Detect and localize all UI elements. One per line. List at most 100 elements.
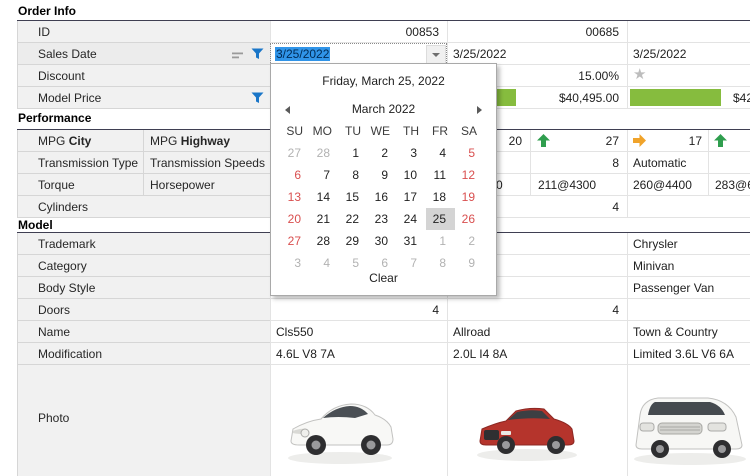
cell-modification-record1[interactable]: 4.6L V8 7A	[270, 343, 447, 365]
calendar-day[interactable]: 1	[426, 230, 455, 252]
cell-id-record3[interactable]	[627, 21, 750, 43]
dropdown-button[interactable]	[426, 45, 446, 65]
calendar-week-row: 20212223242526	[281, 208, 484, 230]
calendar-day[interactable]: 9	[368, 164, 397, 186]
cell-transmission-type-record3[interactable]: Automatic	[627, 152, 708, 174]
calendar-day[interactable]: 28	[310, 142, 339, 164]
cell-mpg-highway-record3[interactable]	[708, 130, 750, 152]
cell-horsepower-record2[interactable]: 211@4300	[530, 174, 627, 196]
calendar-day[interactable]: 18	[426, 186, 455, 208]
sales-date-editor[interactable]: 3/25/2022	[270, 43, 447, 65]
calendar-day[interactable]: 16	[368, 186, 397, 208]
cell-mpg-city-record3[interactable]: 17	[627, 130, 708, 152]
cell-sales-date-record2[interactable]: 3/25/2022	[447, 43, 627, 65]
calendar-day-selected[interactable]: 25	[426, 208, 455, 230]
calendar-day[interactable]: 23	[368, 208, 397, 230]
calendar-day[interactable]: 15	[339, 186, 368, 208]
calendar-clear-button[interactable]: Clear	[271, 271, 496, 285]
calendar-day[interactable]: 26	[455, 208, 484, 230]
calendar-day[interactable]: 27	[281, 230, 310, 252]
calendar-day[interactable]: 10	[397, 164, 426, 186]
calendar-day[interactable]: 27	[281, 142, 310, 164]
calendar-day[interactable]: 12	[455, 164, 484, 186]
row-caption-category[interactable]: Category	[17, 255, 270, 277]
row-caption-model-price[interactable]: Model Price	[17, 87, 270, 109]
calendar-day[interactable]: 6	[281, 164, 310, 186]
calendar-day[interactable]: 22	[339, 208, 368, 230]
cell-name-record2[interactable]: Allroad	[447, 321, 627, 343]
row-caption-cylinders[interactable]: Cylinders	[17, 196, 270, 218]
section-header-performance[interactable]: Performance	[18, 111, 91, 125]
row-caption-photo[interactable]: Photo	[17, 365, 270, 476]
cell-doors-record2[interactable]: 4	[447, 299, 627, 321]
cell-transmission-speeds-record2[interactable]: 8	[530, 152, 627, 174]
cell-discount-record3[interactable]: ★	[627, 65, 750, 87]
prev-month-icon[interactable]	[285, 106, 290, 114]
calendar-day[interactable]: 3	[397, 142, 426, 164]
next-month-icon[interactable]	[477, 106, 482, 114]
cell-modification-record3[interactable]: Limited 3.6L V6 6A	[627, 343, 750, 365]
cell-id-record2[interactable]: 00685	[447, 21, 627, 43]
cell-photo-record2[interactable]	[447, 365, 627, 476]
row-caption-torque[interactable]: Torque	[17, 174, 143, 196]
row-caption-sales-date[interactable]: Sales Date	[17, 43, 270, 65]
calendar-day[interactable]: 5	[455, 142, 484, 164]
cell-horsepower-record3[interactable]: 283@6	[708, 174, 750, 196]
calendar-day[interactable]: 7	[310, 164, 339, 186]
row-caption-mpg-city[interactable]: MPG City	[17, 130, 143, 152]
cell-model-price-record3[interactable]: $42	[627, 87, 750, 109]
cell-mpg-highway-record2[interactable]: 27	[530, 130, 627, 152]
cell-id-record1[interactable]: 00853	[270, 21, 447, 43]
row-caption-doors[interactable]: Doors	[17, 299, 270, 321]
calendar-day[interactable]: 8	[339, 164, 368, 186]
row-caption-id[interactable]: ID	[17, 21, 270, 43]
star-icon[interactable]: ★	[633, 66, 646, 83]
row-caption-mpg-highway[interactable]: MPG Highway	[143, 130, 270, 152]
calendar-day[interactable]: 2	[368, 142, 397, 164]
cell-doors-record3[interactable]	[627, 299, 750, 321]
calendar-day[interactable]: 4	[426, 142, 455, 164]
row-caption-body-style[interactable]: Body Style	[17, 277, 270, 299]
calendar-day[interactable]: 29	[339, 230, 368, 252]
row-caption-transmission-speeds[interactable]: Transmission Speeds	[143, 152, 270, 174]
cell-torque-record3[interactable]: 260@4400	[627, 174, 708, 196]
cell-doors-record1[interactable]: 4	[270, 299, 447, 321]
calendar-day[interactable]: 14	[310, 186, 339, 208]
cell-trademark-record3[interactable]: Chrysler	[627, 233, 750, 255]
cell-photo-record3[interactable]	[627, 365, 750, 476]
row-caption-horsepower[interactable]: Horsepower	[143, 174, 270, 196]
row-caption-trademark[interactable]: Trademark	[17, 233, 270, 255]
section-header-model[interactable]: Model	[18, 218, 53, 232]
section-header-order-info[interactable]: Order Info	[18, 4, 76, 18]
date-picker-popup: Friday, March 25, 2022 March 2022 SUMOTU…	[270, 63, 497, 296]
cell-transmission-speeds-record3[interactable]	[708, 152, 750, 174]
row-caption-discount[interactable]: Discount	[17, 65, 270, 87]
calendar-day[interactable]: 31	[397, 230, 426, 252]
cell-modification-record2[interactable]: 2.0L I4 8A	[447, 343, 627, 365]
cell-category-record3[interactable]: Minivan	[627, 255, 750, 277]
cell-body-style-record3[interactable]: Passenger Van	[627, 277, 750, 299]
row-caption-modification[interactable]: Modification	[17, 343, 270, 365]
calendar-day[interactable]: 19	[455, 186, 484, 208]
calendar-day[interactable]: 30	[368, 230, 397, 252]
calendar-day[interactable]: 24	[397, 208, 426, 230]
cell-name-record3[interactable]: Town & Country	[627, 321, 750, 343]
calendar-day[interactable]: 17	[397, 186, 426, 208]
row-caption-name[interactable]: Name	[17, 321, 270, 343]
calendar-month-label[interactable]: March 2022	[352, 102, 415, 116]
filter-icon[interactable]	[251, 92, 264, 107]
calendar-day[interactable]: 1	[339, 142, 368, 164]
cell-photo-record1[interactable]	[270, 365, 447, 476]
row-caption-transmission-type[interactable]: Transmission Type	[17, 152, 143, 174]
calendar-day[interactable]: 21	[310, 208, 339, 230]
car-photo-wagon	[470, 393, 585, 468]
filter-icon[interactable]	[251, 48, 264, 63]
cell-cylinders-record3[interactable]	[627, 196, 750, 218]
cell-name-record1[interactable]: Cls550	[270, 321, 447, 343]
calendar-day[interactable]: 20	[281, 208, 310, 230]
calendar-day[interactable]: 13	[281, 186, 310, 208]
cell-sales-date-record3[interactable]: 3/25/2022	[627, 43, 750, 65]
calendar-day[interactable]: 28	[310, 230, 339, 252]
calendar-day[interactable]: 2	[455, 230, 484, 252]
calendar-day[interactable]: 11	[426, 164, 455, 186]
